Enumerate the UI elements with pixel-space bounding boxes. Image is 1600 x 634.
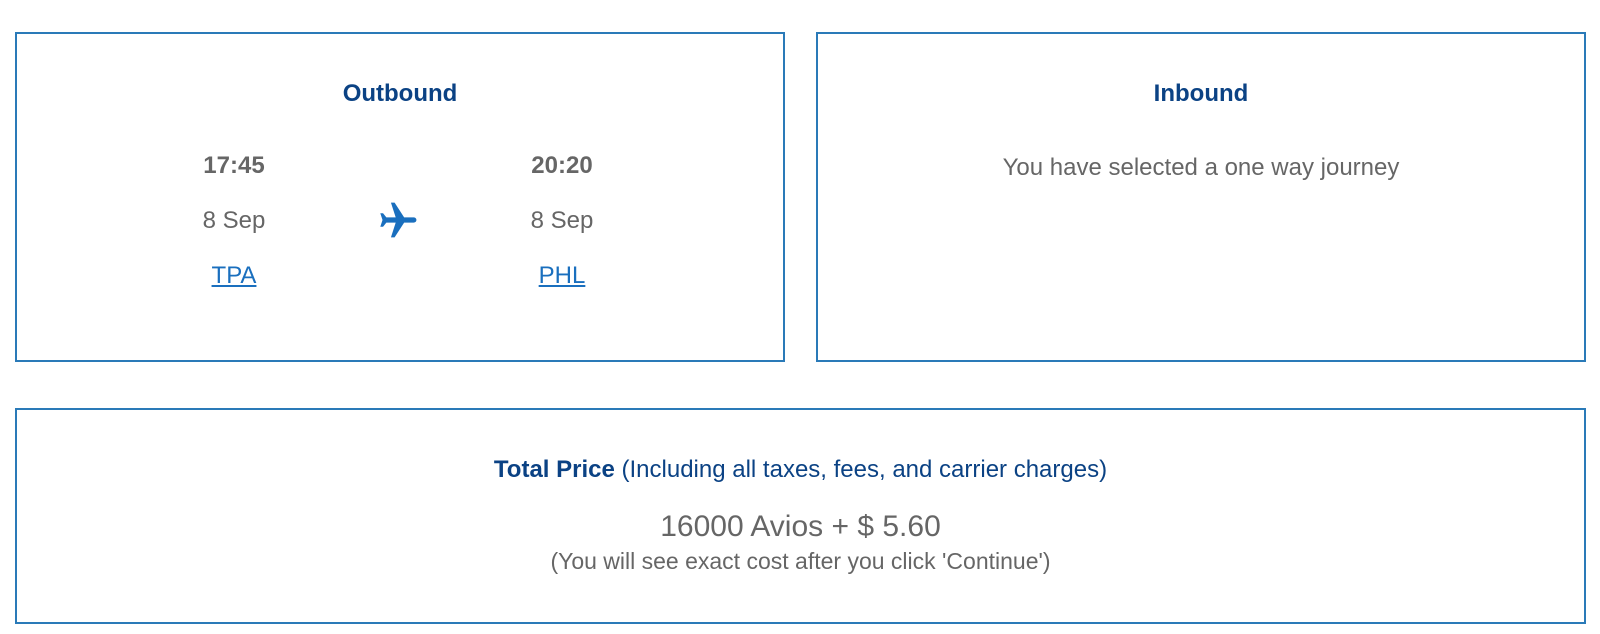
airplane-icon: [380, 202, 417, 238]
total-price-heading: Total Price (Including all taxes, fees, …: [17, 456, 1584, 484]
arrival-column: 20:20 8 Sep PHL: [462, 152, 662, 290]
departure-column: 17:45 8 Sep TPA: [134, 152, 334, 290]
one-way-message: You have selected a one way journey: [1002, 154, 1400, 181]
total-price-label-note: (Including all taxes, fees, and carrier …: [614, 456, 1108, 483]
departure-airport-link[interactable]: TPA: [212, 262, 257, 290]
outbound-title: Outbound: [342, 80, 458, 107]
inbound-title: Inbound: [1153, 80, 1249, 107]
total-price-value: 16000 Avios + $ 5.60: [660, 510, 941, 543]
arrival-date: 8 Sep: [530, 207, 594, 234]
departure-time: 17:45: [203, 152, 265, 179]
arrival-time: 20:20: [531, 152, 593, 179]
departure-date: 8 Sep: [202, 207, 266, 234]
price-exact-cost-note: (You will see exact cost after you click…: [550, 548, 1051, 574]
total-price-label: Total Price: [493, 456, 615, 483]
inbound-panel: Inbound You have selected a one way jour…: [816, 32, 1586, 362]
total-price-panel: Total Price (Including all taxes, fees, …: [15, 408, 1586, 624]
arrival-airport-link[interactable]: PHL: [539, 262, 586, 290]
outbound-panel: Outbound 17:45 8 Sep TPA 20:20 8 Sep PHL: [15, 32, 785, 362]
